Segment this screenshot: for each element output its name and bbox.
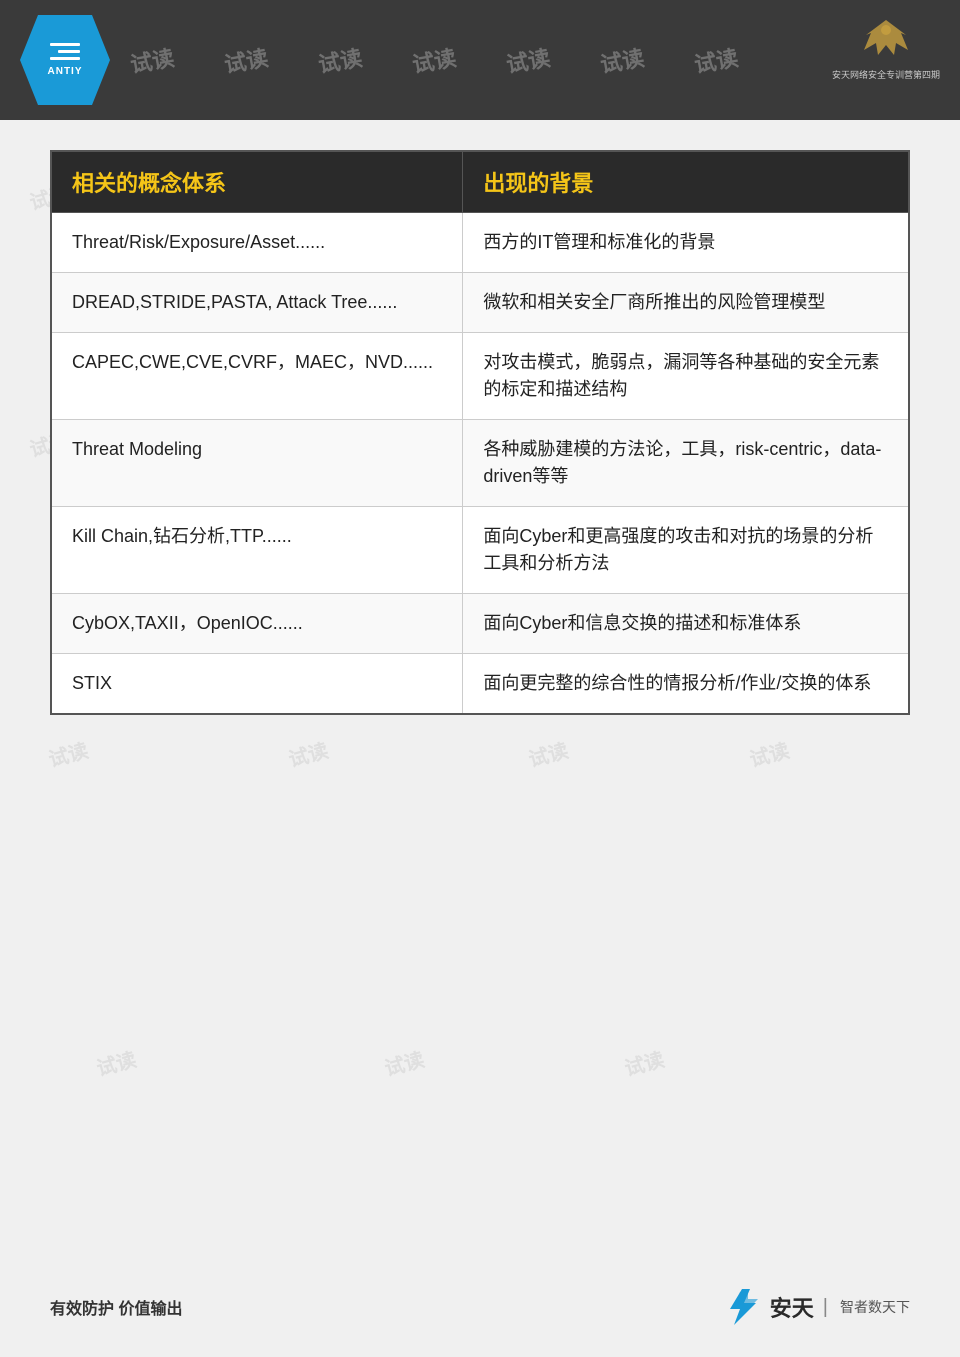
antiy-bird-icon (856, 15, 916, 65)
concepts-table: 相关的概念体系 出现的背景 Threat/Risk/Exposure/Asset… (50, 150, 910, 715)
table-cell-col2: 对攻击模式，脆弱点，漏洞等各种基础的安全元素的标定和描述结构 (463, 333, 909, 420)
table-cell-col2: 西方的IT管理和标准化的背景 (463, 213, 909, 273)
table-cell-col2: 面向更完整的综合性的情报分析/作业/交换的体系 (463, 654, 909, 715)
header: ANTIY 试读 试读 试读 试读 试读 试读 试读 安天网络安全专训营第四期 (0, 0, 960, 120)
bwm-13: 试读 (746, 734, 792, 772)
table-cell-col2: 面向Cyber和更高强度的攻击和对抗的场景的分析工具和分析方法 (463, 507, 909, 594)
bwm-14: 试读 (93, 1043, 139, 1081)
table-row: STIX面向更完整的综合性的情报分析/作业/交换的体系 (51, 654, 909, 715)
right-logo-subtext: 安天网络安全专训营第四期 (832, 68, 940, 81)
footer-slogan: 智者数天下 (840, 1297, 910, 1317)
table-cell-col2: 面向Cyber和信息交换的描述和标准体系 (463, 594, 909, 654)
footer-tagline: 有效防护 价值输出 (50, 1295, 182, 1319)
table-row: CybOX,TAXII，OpenIOC......面向Cyber和信息交换的描述… (51, 594, 909, 654)
footer-brand-separator: | (823, 1296, 828, 1319)
col2-header: 出现的背景 (463, 151, 909, 213)
header-wm-2: 试读 (222, 40, 271, 79)
table-cell-col1: CybOX,TAXII，OpenIOC...... (51, 594, 463, 654)
col1-header: 相关的概念体系 (51, 151, 463, 213)
bwm-10: 试读 (45, 734, 91, 772)
table-row: Threat/Risk/Exposure/Asset......西方的IT管理和… (51, 213, 909, 273)
table-cell-col1: DREAD,STRIDE,PASTA, Attack Tree...... (51, 273, 463, 333)
header-right-logo: 安天网络安全专训营第四期 (832, 15, 940, 81)
table-cell-col1: STIX (51, 654, 463, 715)
table-row: Threat Modeling各种威胁建模的方法论，工具，risk-centri… (51, 420, 909, 507)
table-cell-col1: Threat Modeling (51, 420, 463, 507)
bwm-11: 试读 (285, 734, 331, 772)
table-cell-col1: Kill Chain,钻石分析,TTP...... (51, 507, 463, 594)
header-wm-7: 试读 (692, 40, 741, 79)
table-row: Kill Chain,钻石分析,TTP......面向Cyber和更高强度的攻击… (51, 507, 909, 594)
table-cell-col2: 各种威胁建模的方法论，工具，risk-centric，data-driven等等 (463, 420, 909, 507)
header-wm-6: 试读 (598, 40, 647, 79)
table-row: DREAD,STRIDE,PASTA, Attack Tree......微软和… (51, 273, 909, 333)
footer-logo: 安天 | 智者数天下 (720, 1287, 910, 1327)
main-content: 相关的概念体系 出现的背景 Threat/Risk/Exposure/Asset… (50, 150, 910, 715)
table-row: CAPEC,CWE,CVE,CVRF，MAEC，NVD......对攻击模式，脆… (51, 333, 909, 420)
footer-logo-icon (720, 1287, 765, 1327)
table-cell-col1: CAPEC,CWE,CVE,CVRF，MAEC，NVD...... (51, 333, 463, 420)
footer-brand-cn: 安天 (770, 1291, 814, 1323)
header-wm-4: 试读 (410, 40, 459, 79)
bwm-15: 试读 (381, 1043, 427, 1081)
header-wm-5: 试读 (504, 40, 553, 79)
table-cell-col1: Threat/Risk/Exposure/Asset...... (51, 213, 463, 273)
table-cell-col2: 微软和相关安全厂商所推出的风险管理模型 (463, 273, 909, 333)
bwm-12: 试读 (525, 734, 571, 772)
header-wm-1: 试读 (128, 40, 177, 79)
header-watermarks: 试读 试读 试读 试读 试读 试读 试读 (0, 0, 960, 120)
footer: 有效防护 价值输出 安天 | 智者数天下 (50, 1287, 910, 1327)
bwm-16: 试读 (621, 1043, 667, 1081)
header-wm-3: 试读 (316, 40, 365, 79)
